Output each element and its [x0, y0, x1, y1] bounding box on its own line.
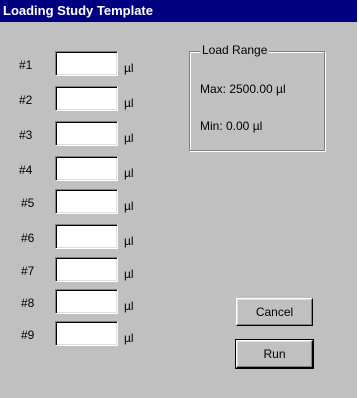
unit-label-1: µl — [124, 61, 134, 75]
sample-volume-input-3[interactable] — [55, 121, 118, 146]
sample-label-8: #8 — [21, 296, 35, 310]
sample-volume-input-9[interactable] — [55, 321, 118, 346]
sample-volume-input-7[interactable] — [55, 257, 118, 282]
sample-label-3: #3 — [19, 128, 33, 142]
unit-label-6: µl — [124, 234, 134, 248]
sample-label-2: #2 — [19, 93, 33, 107]
sample-label-7: #7 — [21, 264, 35, 278]
cancel-button[interactable]: Cancel — [236, 298, 313, 326]
sample-label-6: #6 — [21, 231, 35, 245]
unit-label-2: µl — [124, 96, 134, 110]
unit-label-3: µl — [124, 131, 134, 145]
title-bar: Loading Study Template — [0, 0, 357, 22]
unit-label-8: µl — [124, 299, 134, 313]
load-range-group: Load Range Max: 2500.00 µl Min: 0.00 µl — [189, 43, 325, 151]
sample-volume-input-5[interactable] — [55, 189, 118, 214]
sample-label-5: #5 — [21, 196, 35, 210]
sample-label-1: #1 — [19, 58, 33, 72]
run-button[interactable]: Run — [235, 339, 314, 369]
unit-label-7: µl — [124, 267, 134, 281]
unit-label-5: µl — [124, 199, 134, 213]
load-range-min: Min: 0.00 µl — [200, 119, 263, 133]
window-title: Loading Study Template — [3, 3, 153, 18]
sample-volume-input-6[interactable] — [55, 224, 118, 249]
unit-label-9: µl — [124, 331, 134, 345]
load-range-max: Max: 2500.00 µl — [200, 82, 286, 96]
sample-volume-input-8[interactable] — [55, 289, 118, 314]
sample-volume-input-1[interactable] — [55, 51, 118, 76]
sample-label-4: #4 — [19, 163, 33, 177]
sample-volume-input-2[interactable] — [55, 86, 118, 111]
loading-study-template-dialog: Loading Study Template #1 µl #2 µl #3 µl… — [0, 0, 359, 398]
sample-volume-input-4[interactable] — [55, 156, 118, 181]
load-range-legend: Load Range — [200, 43, 270, 57]
unit-label-4: µl — [124, 166, 134, 180]
sample-label-9: #9 — [21, 328, 35, 342]
